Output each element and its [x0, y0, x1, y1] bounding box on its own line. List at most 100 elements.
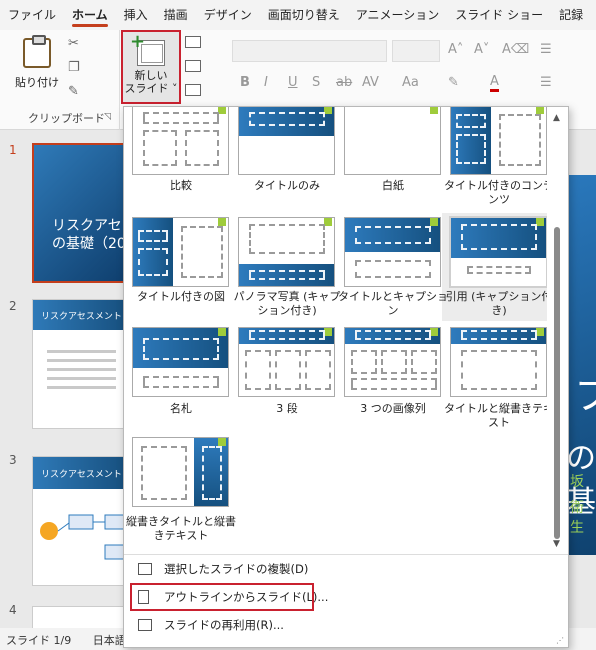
copy-icon[interactable]: ❐	[68, 60, 80, 75]
green-marker	[324, 218, 332, 226]
menu-item-duplicate[interactable]: 選択したスライドの複製(D)	[124, 555, 568, 583]
resize-grip-icon[interactable]: ⋰	[556, 636, 564, 645]
placeholder	[249, 330, 325, 340]
font-size-box[interactable]	[392, 40, 440, 62]
clipboard-launcher-icon[interactable]: ◹	[104, 112, 111, 122]
layout-comparison[interactable]	[132, 107, 229, 175]
green-marker	[536, 218, 544, 226]
placeholder	[355, 330, 431, 340]
new-slide-button[interactable]: + 新しい スライド ˅	[121, 30, 181, 104]
layout-blank[interactable]	[344, 107, 441, 175]
slide-number: 2	[9, 299, 17, 313]
tab-transitions[interactable]: 画面切り替え	[260, 0, 348, 30]
placeholder	[355, 260, 431, 278]
tab-file[interactable]: ファイル	[0, 0, 64, 30]
font-color-icon[interactable]: A	[490, 75, 499, 92]
layout-vertical-title-and-text[interactable]	[132, 437, 229, 507]
tab-home[interactable]: ホーム	[64, 0, 116, 30]
placeholder	[411, 350, 437, 374]
highlight-icon[interactable]: ✎	[448, 75, 459, 90]
shadow-button[interactable]: S	[312, 75, 320, 90]
paste-button[interactable]: 貼り付け	[12, 35, 62, 90]
format-painter-icon[interactable]: ✎	[68, 84, 79, 99]
green-marker	[430, 218, 438, 226]
menu-item-slides-from-outline[interactable]: アウトラインからスライド(L)...	[130, 583, 328, 611]
tab-insert[interactable]: 挿入	[116, 0, 156, 30]
layout-label: タイトルと縦書きテキスト	[444, 402, 547, 429]
text-line	[47, 368, 116, 371]
slide-subtitle-fragment-2: 衛生	[570, 500, 584, 536]
placeholder	[245, 350, 271, 390]
layout-title-vertical-text[interactable]	[450, 327, 547, 397]
change-case-icon[interactable]: Aa	[402, 75, 419, 90]
language-indicator[interactable]: 日本語	[93, 634, 126, 647]
cut-icon[interactable]: ✂	[68, 36, 79, 51]
strike-button[interactable]: ab	[336, 75, 352, 90]
layout-label: 引用 (キャプション付き)	[445, 290, 547, 317]
font-grow-icon[interactable]: A˄	[448, 42, 463, 57]
slide-thumbnail-1[interactable]: リスクアセス の基礎（2021	[32, 143, 127, 283]
placeholder	[202, 446, 222, 500]
menu-item-label: 選択したスライドの複製(D)	[164, 562, 309, 576]
section-icon[interactable]	[185, 84, 201, 96]
tab-slideshow[interactable]: スライド ショー	[447, 0, 551, 30]
text-line	[47, 386, 116, 389]
layout-content-with-caption[interactable]	[450, 107, 547, 175]
layout-title-only[interactable]	[238, 107, 335, 175]
placeholder	[143, 338, 219, 360]
clipboard-group: 貼り付け ✂ ❐ ✎ クリップボード ◹	[0, 30, 120, 130]
placeholder	[249, 224, 325, 254]
italic-button[interactable]: I	[264, 75, 268, 90]
layout-quote-with-caption[interactable]	[449, 216, 547, 288]
layout-label: 3 つの画像列	[360, 402, 426, 415]
char-spacing-icon[interactable]: AV	[362, 75, 379, 90]
scroll-thumb[interactable]	[554, 227, 560, 539]
tab-record[interactable]: 記録	[551, 0, 591, 30]
scroll-down-icon[interactable]: ▼	[553, 539, 560, 549]
slide-thumbnail-2[interactable]: リスクアセスメント	[32, 299, 127, 429]
gallery-scrollbar[interactable]: ▲ ▼	[548, 107, 568, 553]
layout-title-and-caption[interactable]	[344, 217, 441, 287]
menu-item-label: スライドの再利用(R)...	[164, 618, 284, 632]
layout-picture-with-caption[interactable]	[132, 217, 229, 287]
layout-label: 名札	[170, 402, 192, 415]
layout-label: 白紙	[382, 179, 404, 192]
new-slide-menu: 選択したスライドの複製(D) アウトラインからスライド(L)... スライドの再…	[124, 554, 568, 639]
main-slide-canvas[interactable]: フ の基 坂 衛生	[566, 175, 596, 555]
scroll-up-icon[interactable]: ▲	[553, 113, 560, 123]
font-name-box[interactable]	[232, 40, 387, 62]
thumb-header: リスクアセスメントフ	[33, 457, 126, 489]
layout-three-picture[interactable]	[344, 327, 441, 397]
layout-label: 3 段	[276, 402, 298, 415]
clear-format-icon[interactable]: A⌫	[502, 42, 529, 57]
menu-item-reuse-slides[interactable]: スライドの再利用(R)...	[124, 611, 568, 639]
placeholder	[138, 230, 168, 242]
bold-button[interactable]: B	[240, 75, 250, 90]
new-slide-label-2: スライド ˅	[124, 82, 178, 95]
slide-subtitle-fragment: 坂	[570, 474, 584, 490]
layout-panoramic-picture[interactable]	[238, 217, 335, 287]
tab-design[interactable]: デザイン	[196, 0, 260, 30]
tab-review[interactable]: 校閲	[591, 0, 596, 30]
tab-animations[interactable]: アニメーション	[348, 0, 448, 30]
align-left-icon[interactable]: ☰	[540, 75, 552, 90]
underline-button[interactable]: U	[288, 75, 298, 90]
green-marker	[430, 328, 438, 336]
layout-three-column[interactable]	[238, 327, 335, 397]
green-marker	[324, 328, 332, 336]
slide-thumbnail-3[interactable]: リスクアセスメントフ	[32, 456, 127, 586]
placeholder	[181, 226, 223, 278]
paste-icon	[23, 35, 51, 68]
placeholder	[143, 112, 219, 124]
placeholder	[499, 114, 541, 166]
font-shrink-icon[interactable]: A˅	[474, 42, 489, 57]
reset-icon[interactable]	[185, 60, 201, 72]
tab-draw[interactable]: 描画	[156, 0, 196, 30]
layout-label: タイトル付きのコンテンツ	[444, 179, 547, 206]
menu-item-label: アウトラインからスライド(L)...	[164, 590, 329, 604]
layout-icon[interactable]	[185, 36, 201, 48]
text-line	[47, 377, 116, 380]
layout-name-card[interactable]	[132, 327, 229, 397]
layout-label: タイトルのみ	[254, 179, 320, 192]
bullets-icon[interactable]: ☰	[540, 42, 552, 57]
